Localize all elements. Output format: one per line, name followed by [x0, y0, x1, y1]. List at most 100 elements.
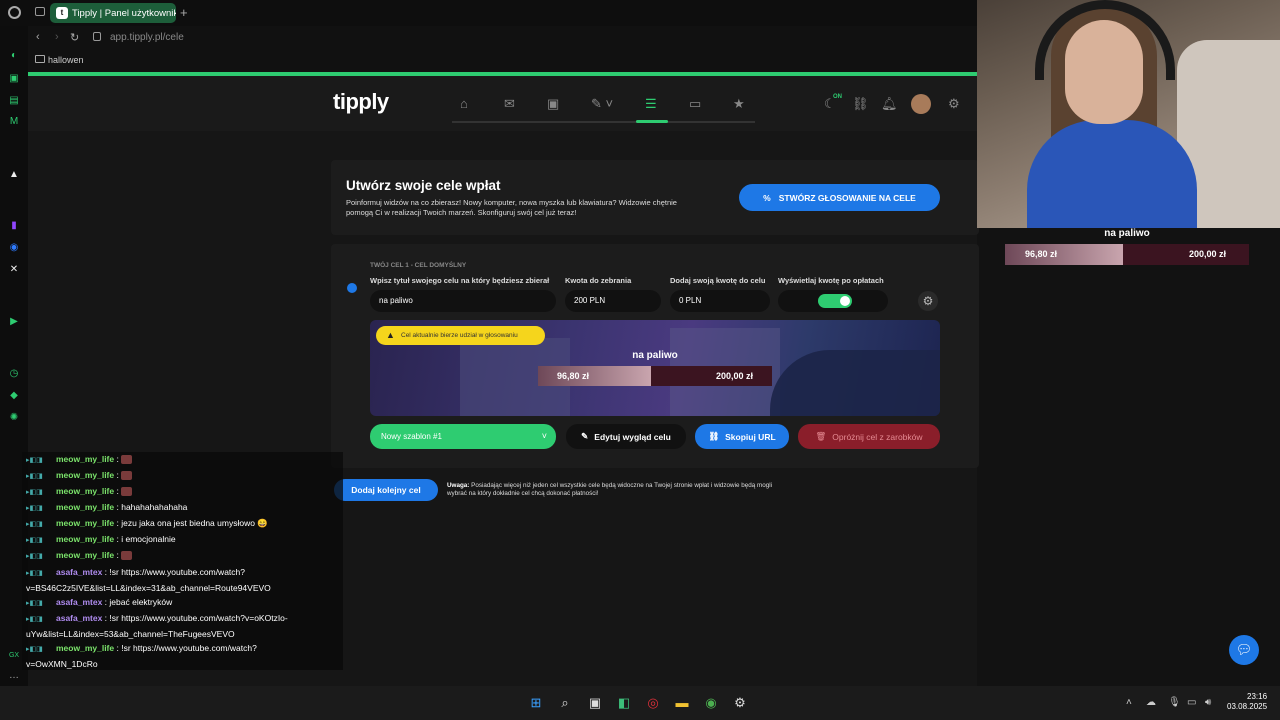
chat-message: ▸◧◨ meow_my_life :: [26, 484, 326, 500]
sidebar-bag-icon[interactable]: ▣: [8, 73, 20, 85]
chat-username[interactable]: meow_my_life: [56, 643, 114, 653]
chat-username[interactable]: asafa_mtex: [56, 567, 102, 577]
sidebar-x-icon[interactable]: ✕: [8, 264, 20, 276]
overlay-goal-title: na paliwo: [1104, 228, 1150, 239]
windows-start-icon[interactable]: ⊞: [527, 694, 545, 712]
home-icon[interactable]: ⌂: [460, 96, 468, 111]
tipply-logo[interactable]: tipply: [333, 89, 389, 115]
chat-username[interactable]: meow_my_life: [56, 454, 114, 464]
tray-network-icon[interactable]: ▭: [1187, 697, 1196, 708]
overlay-progress-fill: [1005, 244, 1124, 265]
support-chat-icon[interactable]: 💬︎: [1229, 635, 1259, 665]
new-tab-button[interactable]: +: [180, 5, 188, 20]
window-icon[interactable]: ▭: [689, 96, 701, 112]
tab-title: Tipply | Panel użytkownika: [72, 7, 176, 19]
chat-username[interactable]: meow_my_life: [56, 486, 114, 496]
voting-warning-badge: ▲ Cel aktualnie bierze udział w głosowan…: [376, 326, 545, 345]
chat-username[interactable]: asafa_mtex: [56, 597, 102, 607]
file-explorer-icon[interactable]: ▬: [673, 694, 691, 712]
goal-title-input[interactable]: na paliwo: [370, 290, 556, 312]
bookmarks-bar: [28, 50, 977, 70]
webcam-feed: [977, 0, 1280, 228]
steam-icon[interactable]: ⚙: [731, 694, 749, 712]
avatar[interactable]: [911, 94, 931, 114]
edit-goal-look-button[interactable]: ✎ Edytuj wygląd celu: [566, 424, 686, 449]
percent-icon: %: [763, 192, 771, 203]
copy-url-button[interactable]: ⛓ Skopiuj URL: [695, 424, 789, 449]
tray-cloud-icon[interactable]: ☁: [1146, 697, 1156, 708]
opera-gx-icon[interactable]: ◎: [644, 694, 662, 712]
tray-mic-icon[interactable]: 🎙︎: [1168, 697, 1181, 708]
chat-text: hahahahahahaha: [121, 502, 188, 512]
goals-icon[interactable]: ☰: [645, 96, 657, 112]
chat-badges-icon: ▸◧◨: [26, 600, 43, 607]
chrome-icon[interactable]: ◉: [702, 694, 720, 712]
goal-own-amount-input[interactable]: 0 PLN: [670, 290, 770, 312]
chat-username[interactable]: meow_my_life: [56, 550, 114, 560]
sidebar-play-icon[interactable]: ▶: [8, 316, 20, 328]
back-icon[interactable]: ‹: [36, 31, 40, 43]
chat-username[interactable]: meow_my_life: [56, 502, 114, 512]
show-fees-toggle[interactable]: [818, 294, 852, 308]
add-goal-button[interactable]: Dodaj kolejny cel: [334, 479, 438, 501]
sidebar-cube-icon[interactable]: ◆: [8, 390, 20, 402]
trash-icon: 🗑︎: [815, 431, 827, 441]
tab-tipply[interactable]: t Tipply | Panel użytkownika: [50, 3, 176, 23]
chat-username[interactable]: meow_my_life: [56, 470, 114, 480]
opera-logo-icon[interactable]: [8, 6, 21, 19]
chat-badges-icon: ▸◧◨: [26, 646, 43, 653]
chat-message: ▸◧◨ meow_my_life : !sr https://www.youtub…: [26, 641, 326, 671]
chat-message: ▸◧◨ meow_my_life : jezu jaka ona jest bie…: [26, 516, 326, 532]
lock-icon[interactable]: [93, 32, 101, 41]
sidebar-a-icon[interactable]: ▲: [8, 169, 20, 181]
template-select[interactable]: Nowy szablon #1 ˅: [370, 424, 556, 449]
clear-goal-button[interactable]: 🗑︎ Opróżnij cel z zarobków: [798, 424, 940, 449]
goal-selected-radio[interactable]: [347, 283, 357, 293]
search-icon[interactable]: ⌕: [556, 694, 574, 712]
bell-icon[interactable]: 🔔︎: [881, 96, 898, 112]
tray-chevron-icon[interactable]: ˄: [1126, 697, 1132, 708]
chat-badges-icon: ▸◧◨: [26, 473, 43, 480]
chat-badges-icon: ▸◧◨: [26, 489, 43, 496]
app-icon[interactable]: ◧: [615, 694, 633, 712]
create-vote-label: STWÓRZ GŁOSOWANIE NA CELE: [778, 192, 916, 203]
sidebar-settings-icon[interactable]: ✺: [8, 412, 20, 424]
sidebar-m-icon[interactable]: M: [8, 116, 20, 128]
on-badge: ON: [833, 94, 842, 100]
goal-title-label: Wpisz tytuł swojego celu na który będzie…: [370, 276, 550, 285]
tipply-favicon-icon: t: [56, 7, 68, 19]
task-view-icon[interactable]: ▣: [586, 694, 604, 712]
bookmark-hallowen[interactable]: hallowen: [48, 55, 84, 65]
wallet-icon[interactable]: ▣: [547, 96, 559, 112]
sidebar-speed-icon[interactable]: ◐: [8, 50, 20, 62]
sidebar-gx-icon[interactable]: GX: [8, 650, 20, 662]
system-clock[interactable]: 23:16 03.08.2025: [1227, 692, 1267, 712]
chat-separator: :: [114, 454, 122, 464]
chat-username[interactable]: meow_my_life: [56, 518, 114, 528]
note-text: Posiadając więcej niż jeden cel wszystki…: [447, 482, 773, 497]
sidebar-more-icon[interactable]: …: [8, 670, 20, 682]
create-vote-button[interactable]: % STWÓRZ GŁOSOWANIE NA CELE: [739, 184, 940, 211]
clear-goal-label: Opróżnij cel z zarobków: [832, 431, 923, 442]
goal-amount-input[interactable]: 200 PLN: [565, 290, 661, 312]
forward-icon[interactable]: ›: [55, 31, 59, 43]
edit-icon[interactable]: ✎ ˅: [591, 96, 613, 112]
reload-icon[interactable]: ↻: [70, 31, 79, 44]
inbox-icon[interactable]: ✉: [504, 96, 515, 112]
chat-username[interactable]: asafa_mtex: [56, 613, 102, 623]
chat-message: ▸◧◨ meow_my_life :: [26, 452, 326, 468]
tab-islands-icon[interactable]: [35, 7, 45, 16]
gear-icon[interactable]: ⚙: [948, 96, 960, 112]
goal-settings-gear-icon[interactable]: ⚙: [918, 291, 938, 311]
star-icon[interactable]: ★: [733, 96, 745, 112]
sidebar-twitch-icon[interactable]: ▮: [8, 220, 20, 232]
overlay-target-amount: 200,00 zł: [1189, 249, 1227, 259]
sidebar-history-icon[interactable]: ◷: [8, 368, 20, 380]
link-icon[interactable]: ⛓: [852, 96, 869, 112]
sidebar-wallet-icon[interactable]: ▤: [8, 95, 20, 107]
url-field[interactable]: app.tipply.pl/cele: [110, 32, 184, 43]
chat-username[interactable]: meow_my_life: [56, 534, 114, 544]
tray-volume-icon[interactable]: 🔊︎: [1205, 697, 1211, 708]
chat-badges-icon: ▸◧◨: [26, 616, 43, 623]
sidebar-messenger-icon[interactable]: ◉: [8, 242, 20, 254]
